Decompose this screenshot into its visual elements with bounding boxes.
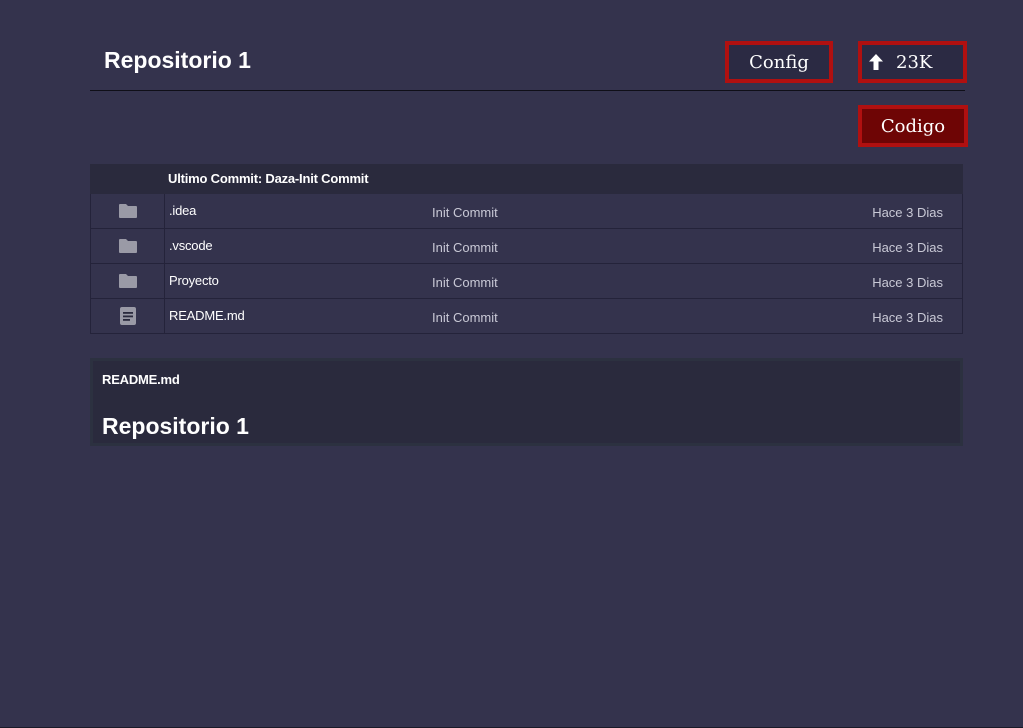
last-commit-text: Ultimo Commit: Daza-Init Commit	[168, 171, 369, 186]
folder-icon	[91, 194, 165, 228]
codigo-button[interactable]: Codigo	[858, 105, 968, 147]
folder-icon	[91, 264, 165, 298]
commit-date: Hace 3 Dias	[872, 240, 943, 255]
commit-date: Hace 3 Dias	[872, 310, 943, 325]
commit-message[interactable]: Init Commit	[432, 275, 498, 290]
table-row[interactable]: Proyecto Init Commit Hace 3 Dias	[90, 264, 963, 299]
commit-message[interactable]: Init Commit	[432, 240, 498, 255]
folder-icon	[91, 229, 165, 263]
table-row[interactable]: README.md Init Commit Hace 3 Dias	[90, 299, 963, 334]
commit-date: Hace 3 Dias	[872, 275, 943, 290]
stars-count: 23K	[896, 51, 933, 73]
stars-button[interactable]: 23K	[858, 41, 967, 83]
file-name[interactable]: Proyecto	[169, 273, 219, 288]
file-icon	[91, 299, 165, 333]
readme-heading: Repositorio 1	[102, 413, 249, 439]
readme-filename: README.md	[102, 372, 180, 387]
table-row[interactable]: .idea Init Commit Hace 3 Dias	[90, 194, 963, 229]
config-button[interactable]: Config	[725, 41, 833, 83]
arrow-up-icon	[866, 52, 886, 72]
repo-header: Repositorio 1	[90, 40, 965, 91]
table-row[interactable]: .vscode Init Commit Hace 3 Dias	[90, 229, 963, 264]
codigo-button-label: Codigo	[880, 115, 946, 137]
last-commit-header: Ultimo Commit: Daza-Init Commit	[90, 164, 963, 194]
commit-date: Hace 3 Dias	[872, 205, 943, 220]
file-name[interactable]: README.md	[169, 308, 245, 323]
commit-message[interactable]: Init Commit	[432, 205, 498, 220]
commit-message[interactable]: Init Commit	[432, 310, 498, 325]
file-list: Ultimo Commit: Daza-Init Commit .idea In…	[90, 164, 963, 334]
file-name[interactable]: .vscode	[169, 238, 213, 253]
config-button-label: Config	[749, 51, 809, 73]
page-title: Repositorio 1	[104, 47, 251, 73]
file-name[interactable]: .idea	[169, 203, 196, 218]
readme-panel: README.md Repositorio 1	[90, 358, 963, 446]
